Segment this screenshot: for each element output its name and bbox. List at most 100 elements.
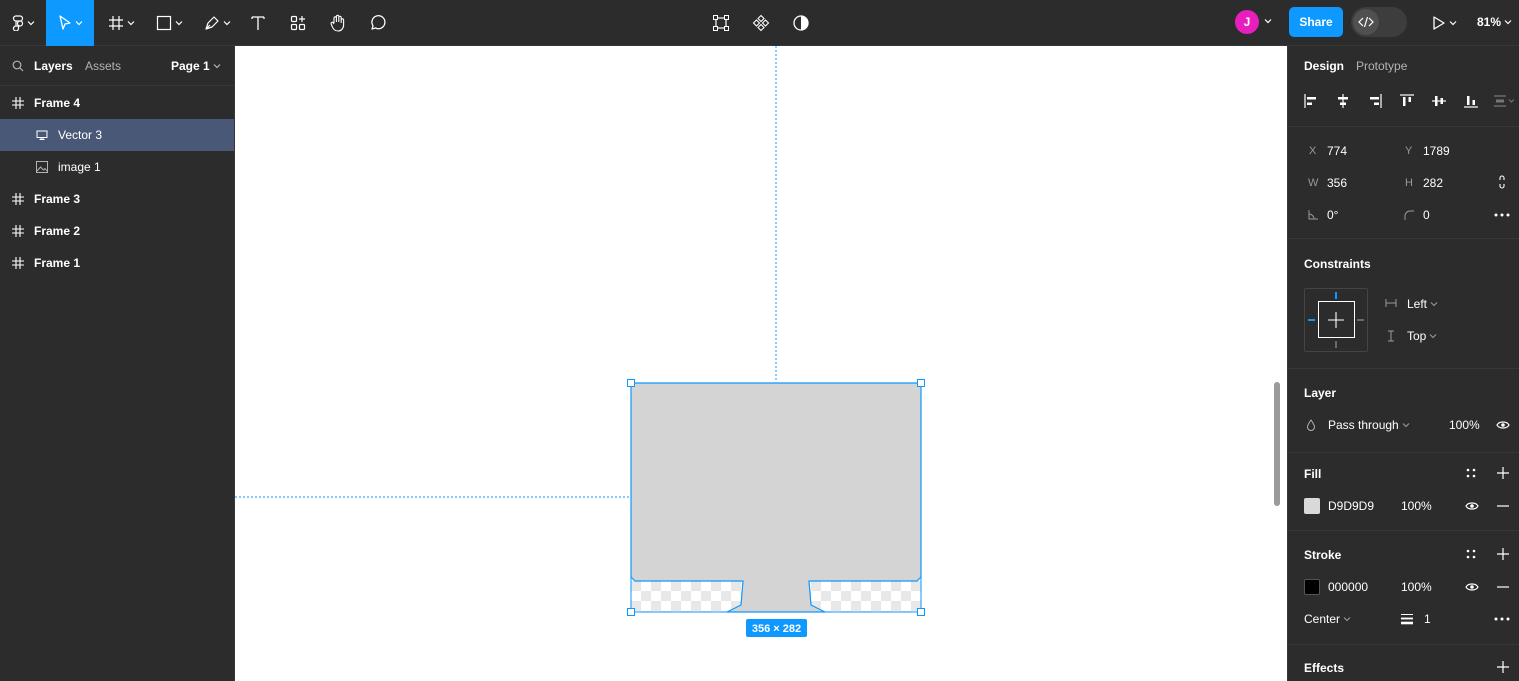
zoom-dropdown[interactable]: 81% <box>1477 15 1512 29</box>
dev-mode-toggle[interactable] <box>1351 7 1407 37</box>
horizontal-constraint-dropdown[interactable]: Left <box>1407 297 1438 311</box>
canvas-vertical-scrollbar[interactable] <box>1274 382 1280 506</box>
vertical-constraint-dropdown[interactable]: Top <box>1407 329 1437 343</box>
shape-tool-button[interactable] <box>148 0 190 46</box>
pen-tool-button[interactable] <box>196 0 238 46</box>
component-icon <box>752 14 770 32</box>
chevron-down-icon <box>1402 423 1410 428</box>
blend-mode-dropdown[interactable]: Pass through <box>1328 418 1410 432</box>
add-stroke-icon[interactable] <box>1497 548 1509 560</box>
add-effect-icon[interactable] <box>1497 661 1509 673</box>
layer-title: Layer <box>1304 386 1337 400</box>
user-avatar[interactable]: J <box>1235 10 1259 34</box>
constraints-lines <box>1308 292 1364 348</box>
stroke-title: Stroke <box>1304 548 1342 562</box>
main-menu-button[interactable] <box>0 0 46 46</box>
component-button[interactable] <box>748 0 774 46</box>
height-input[interactable]: 282 <box>1423 176 1443 190</box>
comment-tool-button[interactable] <box>364 0 392 46</box>
tab-layers[interactable]: Layers <box>34 59 73 73</box>
align-left-icon[interactable] <box>1304 94 1318 108</box>
actions-button[interactable] <box>284 0 312 46</box>
code-icon <box>1358 16 1374 28</box>
tab-design[interactable]: Design <box>1304 59 1344 73</box>
eye-icon[interactable] <box>1496 420 1510 430</box>
size-badge: 356 × 282 <box>752 623 801 635</box>
frame-icon <box>11 256 25 270</box>
zoom-label: 81% <box>1477 15 1502 29</box>
transform-button[interactable] <box>708 0 734 46</box>
frame-tool-button[interactable] <box>100 0 142 46</box>
align-vertical-center-icon[interactable] <box>1432 94 1446 108</box>
layer-row-image-1[interactable]: image 1 <box>0 151 234 183</box>
layer-row-frame-3[interactable]: Frame 3 <box>0 183 234 215</box>
fill-color-swatch[interactable] <box>1304 498 1320 514</box>
stroke-hex-input[interactable]: 000000 <box>1328 580 1368 594</box>
layer-row-vector-3[interactable]: Vector 3 <box>0 119 234 151</box>
canvas[interactable]: 356 × 282 <box>235 46 1287 681</box>
layer-row-frame-2[interactable]: Frame 2 <box>0 215 234 247</box>
chevron-down-icon[interactable] <box>1264 17 1272 25</box>
search-icon[interactable] <box>12 60 24 72</box>
align-horizontal-center-icon[interactable] <box>1336 94 1350 108</box>
layer-name: Frame 4 <box>34 96 81 110</box>
divider <box>1288 530 1519 531</box>
layer-name: Vector 3 <box>58 128 103 142</box>
page-label: Page 1 <box>171 59 210 73</box>
fill-opacity-input[interactable]: 100% <box>1401 499 1432 513</box>
text-tool-button[interactable] <box>244 0 272 46</box>
chevron-down-icon <box>75 21 82 26</box>
stroke-color-swatch[interactable] <box>1304 579 1320 595</box>
hand-tool-button[interactable] <box>324 0 352 46</box>
page-dropdown[interactable]: Page 1 <box>171 59 221 73</box>
resize-handle-top-right <box>917 379 925 387</box>
chevron-down-icon <box>1504 20 1512 25</box>
chevron-down-icon <box>1430 302 1438 307</box>
styles-grid-icon[interactable] <box>1466 549 1476 559</box>
y-label: Y <box>1405 145 1413 157</box>
share-button[interactable]: Share <box>1289 7 1343 37</box>
styles-grid-icon[interactable] <box>1466 468 1476 478</box>
w-label: W <box>1308 177 1319 189</box>
remove-stroke-icon[interactable] <box>1497 586 1509 588</box>
tab-assets[interactable]: Assets <box>85 59 121 73</box>
layer-row-frame-4[interactable]: Frame 4 <box>0 87 234 119</box>
horizontal-constraint-value: Left <box>1407 297 1428 311</box>
layer-opacity-input[interactable]: 100% <box>1449 418 1480 432</box>
chevron-down-icon <box>127 21 134 26</box>
corner-radius-input[interactable]: 0 <box>1423 208 1430 222</box>
mask-button[interactable] <box>788 0 814 46</box>
layer-name: Frame 1 <box>34 256 81 270</box>
chevron-down-icon <box>1449 21 1456 26</box>
y-input[interactable]: 1789 <box>1423 144 1450 158</box>
align-right-icon[interactable] <box>1368 94 1382 108</box>
move-tool-button[interactable] <box>46 0 94 46</box>
fill-hex-input[interactable]: D9D9D9 <box>1328 499 1374 513</box>
stroke-position-dropdown[interactable]: Center <box>1304 612 1351 626</box>
layers-panel-header: Layers Assets Page 1 <box>0 46 234 86</box>
add-fill-icon[interactable] <box>1497 467 1509 479</box>
stroke-opacity-input[interactable]: 100% <box>1401 580 1432 594</box>
constrain-proportions-icon[interactable] <box>1498 175 1506 189</box>
width-input[interactable]: 356 <box>1327 176 1347 190</box>
frame-icon <box>11 192 25 206</box>
align-top-icon[interactable] <box>1400 94 1414 108</box>
toolbar: J Share 81% <box>0 0 1519 46</box>
rotation-input[interactable]: 0° <box>1327 208 1338 222</box>
present-button[interactable] <box>1426 0 1462 46</box>
distribute-icon[interactable] <box>1494 94 1516 108</box>
more-options-icon[interactable] <box>1494 213 1510 217</box>
chevron-down-icon <box>1343 617 1351 622</box>
eye-icon[interactable] <box>1465 501 1479 511</box>
remove-fill-icon[interactable] <box>1497 505 1509 507</box>
resize-handle-bottom-right <box>917 608 925 616</box>
tab-prototype[interactable]: Prototype <box>1356 59 1407 73</box>
hand-icon <box>330 14 345 32</box>
layer-row-frame-1[interactable]: Frame 1 <box>0 247 234 279</box>
align-bottom-icon[interactable] <box>1464 94 1478 108</box>
constraints-widget[interactable] <box>1304 288 1368 352</box>
more-options-icon[interactable] <box>1494 617 1510 621</box>
stroke-weight-input[interactable]: 1 <box>1424 612 1431 626</box>
x-input[interactable]: 774 <box>1327 144 1347 158</box>
eye-icon[interactable] <box>1465 582 1479 592</box>
